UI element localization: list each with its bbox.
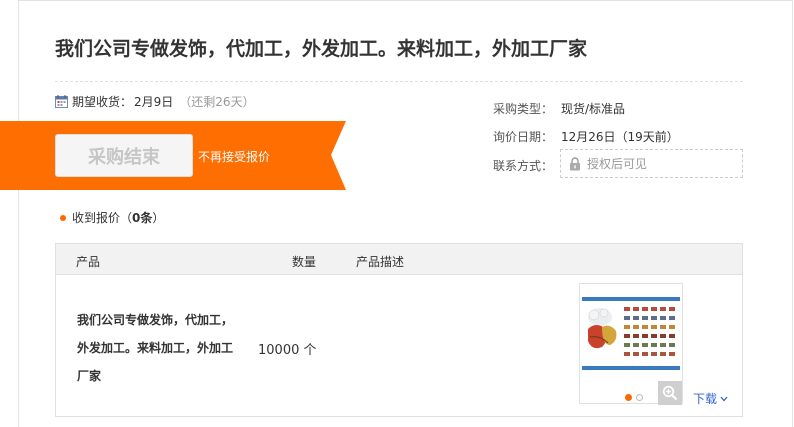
quotes-suffix: ） (152, 211, 165, 225)
purchase-type: 采购类型： 现货/标准品 (493, 100, 625, 117)
row-product-name: 我们公司专做发饰，代加工，外发加工。来料加工，外加工厂家 (77, 313, 234, 383)
contact-value: 授权后可见 (587, 157, 648, 171)
header-quantity: 数量 (292, 255, 317, 269)
download-link[interactable]: 下载 (693, 390, 728, 407)
pager-dot-active[interactable] (625, 394, 632, 401)
calendar-icon (55, 95, 68, 108)
expected-delivery: 期望收货： 2月9日 （还剩26天） (55, 93, 255, 110)
inquiry-date-label: 询价日期： (493, 130, 554, 144)
row-quantity: 10000 个 (258, 343, 317, 358)
zoom-button[interactable] (658, 381, 682, 405)
inquiry-date-value: 12月26日（19天前） (561, 130, 679, 144)
no-quote-note: 不再接受报价 (198, 150, 271, 164)
delivery-remaining: （还剩26天） (179, 95, 255, 109)
page-title: 我们公司专做发饰，代加工，外发加工。来料加工，外加工厂家 (55, 38, 588, 60)
table-header: 产品 数量 产品描述 (56, 244, 742, 275)
delivery-date: 2月9日 (134, 95, 174, 109)
chevron-down-icon (720, 396, 728, 401)
pager-dot[interactable] (636, 394, 643, 401)
zoom-in-icon (662, 385, 678, 401)
purchase-type-label: 采购类型： (493, 102, 554, 116)
download-label: 下载 (693, 392, 718, 406)
inquiry-date: 询价日期： 12月26日（19天前） (493, 128, 679, 145)
product-image (582, 297, 680, 370)
lock-icon (570, 156, 580, 170)
contact-row: 联系方式： (493, 157, 561, 174)
received-quotes: 收到报价（ 0条） (60, 209, 164, 226)
contact-label: 联系方式： (493, 159, 554, 173)
header-description: 产品描述 (356, 255, 405, 269)
quotes-prefix: 收到报价（ (72, 211, 133, 225)
delivery-label: 期望收货： (72, 95, 133, 109)
quotes-count: 0条 (132, 211, 153, 225)
product-table: 产品 数量 产品描述 我们公司专做发饰，代加工，外发加工。来料加工，外加工厂家 … (55, 243, 743, 417)
purchase-ended-button[interactable]: 采购结束 (55, 134, 193, 177)
header-product: 产品 (76, 255, 101, 269)
contact-auth-box[interactable]: 授权后可见 (560, 149, 743, 178)
image-pager (625, 394, 643, 401)
divider (55, 81, 743, 82)
purchase-type-value: 现货/标准品 (561, 102, 626, 116)
bullet-dot (60, 214, 66, 221)
